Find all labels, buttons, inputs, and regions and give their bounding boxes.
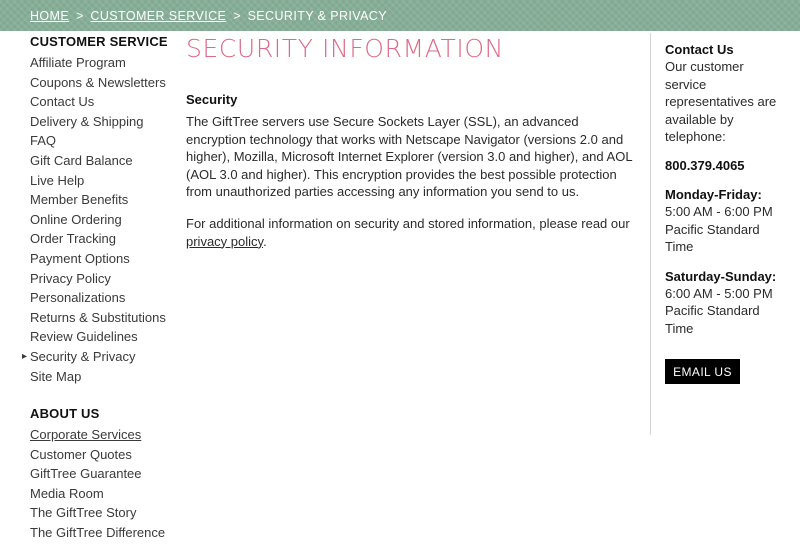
sidebar-item-corporate-services[interactable]: Corporate Services [30, 425, 180, 445]
security-paragraph-2: For additional information on security a… [186, 215, 636, 250]
sidebar-list-about-us: Corporate Services Customer Quotes GiftT… [30, 425, 180, 543]
paragraph-2-lead-text: For additional information on security a… [186, 215, 630, 231]
breadcrumb-item-security-privacy: SECURITY & PRIVACY [247, 8, 387, 23]
hours-weekday-time: 5:00 AM - 6:00 PM [665, 203, 773, 219]
sidebar-item-gift-card-balance[interactable]: Gift Card Balance [30, 151, 180, 171]
hours-weekend: Saturday-Sunday: 6:00 AM - 5:00 PM Pacif… [665, 268, 785, 338]
sidebar-item-faq[interactable]: FAQ [30, 131, 180, 151]
sidebar-item-site-map[interactable]: Site Map [30, 367, 180, 387]
main-content: SECURITY INFORMATION Security The GiftTr… [186, 34, 636, 264]
sidebar-item-privacy-policy[interactable]: Privacy Policy [30, 269, 180, 289]
hours-weekend-time: 6:00 AM - 5:00 PM [665, 285, 773, 301]
hours-weekday: Monday-Friday: 5:00 AM - 6:00 PM Pacific… [665, 186, 785, 256]
security-paragraph-1: The GiftTree servers use Secure Sockets … [186, 114, 633, 200]
sidebar-item-security-privacy[interactable]: Security & Privacy [22, 347, 180, 367]
breadcrumb-separator: > [76, 8, 84, 23]
breadcrumb-item-home[interactable]: HOME [30, 9, 69, 23]
sidebar-item-customer-quotes[interactable]: Customer Quotes [30, 445, 180, 465]
sidebar-item-live-help[interactable]: Live Help [30, 171, 180, 191]
paragraph-2-tail-text: . [263, 233, 267, 249]
sidebar-item-gifttree-guarantee[interactable]: GiftTree Guarantee [30, 464, 180, 484]
section-subheading-security: Security [186, 92, 238, 107]
sidebar-item-the-gifttree-story[interactable]: The GiftTree Story [30, 503, 180, 523]
sidebar-item-contact-us[interactable]: Contact Us [30, 92, 180, 112]
sidebar-item-payment-options[interactable]: Payment Options [30, 249, 180, 269]
sidebar-list-customer-service: Affiliate Program Coupons & Newsletters … [22, 53, 180, 387]
contact-panel: Contact Us Our customer service represen… [665, 41, 785, 338]
left-sidebar-navigation: CUSTOMER SERVICE Affiliate Program Coupo… [22, 34, 180, 543]
contact-intro-text: Our customer service representatives are… [665, 59, 777, 145]
sidebar-item-delivery-shipping[interactable]: Delivery & Shipping [30, 112, 180, 132]
email-us-button[interactable]: EMAIL US [665, 359, 740, 384]
sidebar-item-personalizations[interactable]: Personalizations [30, 288, 180, 308]
sidebar-section-about-us: ABOUT US Corporate Services Customer Quo… [30, 406, 180, 543]
hours-weekday-days: Monday-Friday: [665, 186, 762, 202]
hours-weekend-days: Saturday-Sunday: [665, 268, 777, 284]
page-title: SECURITY INFORMATION [186, 34, 504, 63]
hours-weekend-timezone: Pacific Standard Time [665, 303, 760, 336]
sidebar-item-affiliate-program[interactable]: Affiliate Program [30, 53, 180, 73]
privacy-policy-link[interactable]: privacy policy [186, 234, 263, 249]
sidebar-item-returns-substitutions[interactable]: Returns & Substitutions [30, 308, 180, 328]
contact-phone-number: 800.379.4065 [665, 157, 745, 173]
sidebar-item-order-tracking[interactable]: Order Tracking [30, 229, 180, 249]
sidebar-item-media-room[interactable]: Media Room [30, 484, 180, 504]
sidebar-item-member-benefits[interactable]: Member Benefits [30, 190, 180, 210]
hours-weekday-timezone: Pacific Standard Time [665, 221, 760, 255]
breadcrumb: HOME > CUSTOMER SERVICE > SECURITY & PRI… [0, 0, 800, 31]
breadcrumb-separator: > [233, 8, 241, 23]
sidebar-item-the-gifttree-difference[interactable]: The GiftTree Difference [30, 523, 180, 543]
vertical-divider [650, 33, 651, 435]
contact-heading: Contact Us [665, 42, 734, 57]
sidebar-item-review-guidelines[interactable]: Review Guidelines [30, 327, 180, 347]
sidebar-heading-about-us: ABOUT US [30, 406, 100, 422]
sidebar-item-coupons-newsletters[interactable]: Coupons & Newsletters [30, 73, 180, 93]
sidebar-heading-customer-service: CUSTOMER SERVICE [30, 34, 168, 49]
breadcrumb-item-customer-service[interactable]: CUSTOMER SERVICE [90, 9, 226, 23]
sidebar-item-online-ordering[interactable]: Online Ordering [30, 210, 180, 230]
